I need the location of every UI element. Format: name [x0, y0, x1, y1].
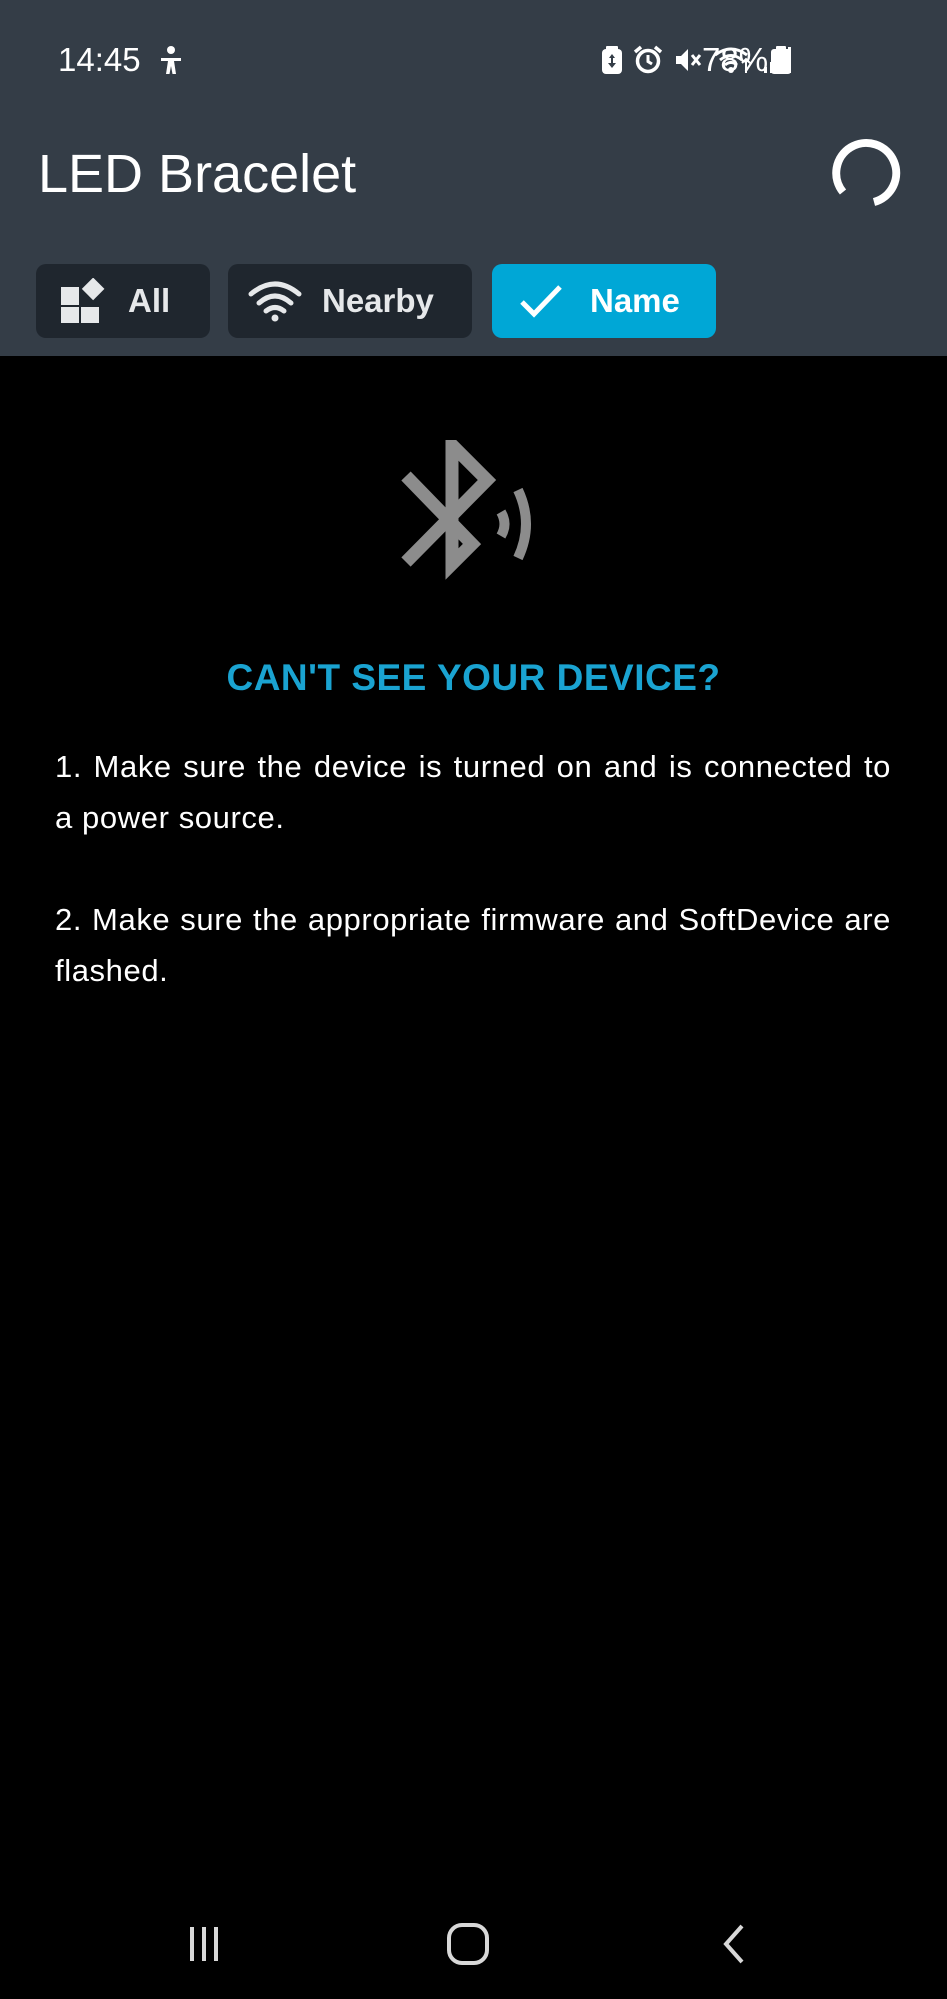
chip-name-label: Name: [590, 282, 680, 319]
screen: 14:45 78% LED Bracelet All Nearby Name C…: [0, 0, 947, 1999]
instructions: 1. Make sure the device is turned on and…: [55, 741, 891, 1047]
dashboard-icon: [61, 278, 105, 323]
battery-saver-icon: [602, 46, 622, 74]
home-button[interactable]: [436, 1912, 500, 1976]
chip-nearby[interactable]: Nearby: [228, 264, 472, 338]
instruction-step: 1. Make sure the device is turned on and…: [55, 749, 891, 835]
recents-icon: [190, 1927, 218, 1961]
bluetooth-searching-icon: [401, 440, 531, 580]
status-time: 14:45: [58, 41, 141, 78]
mute-icon: [676, 49, 702, 71]
navigation-bar: [0, 1890, 947, 1999]
status-bar: 14:45 78%: [0, 0, 947, 120]
battery-icon: [771, 46, 791, 74]
chip-nearby-label: Nearby: [322, 282, 434, 319]
header: 14:45 78% LED Bracelet All Nearby Name: [0, 0, 947, 356]
spinner-icon: [832, 139, 901, 206]
back-button[interactable]: [702, 1912, 766, 1976]
battery-percentage: 78%: [702, 41, 769, 78]
back-icon: [723, 1924, 744, 1964]
page-title: LED Bracelet: [38, 144, 357, 204]
empty-state-heading: CAN'T SEE YOUR DEVICE?: [226, 657, 721, 698]
check-icon: [520, 285, 562, 318]
chip-all-label: All: [128, 282, 171, 319]
home-icon: [447, 1923, 489, 1965]
accessibility-icon: [161, 46, 181, 74]
chip-all[interactable]: All: [36, 264, 210, 338]
chip-name[interactable]: Name: [492, 264, 716, 338]
wifi-icon: [248, 281, 302, 322]
recents-button[interactable]: [172, 1912, 236, 1976]
instruction-step: 2. Make sure the appropriate firmware an…: [55, 902, 891, 988]
alarm-icon: [633, 45, 663, 74]
